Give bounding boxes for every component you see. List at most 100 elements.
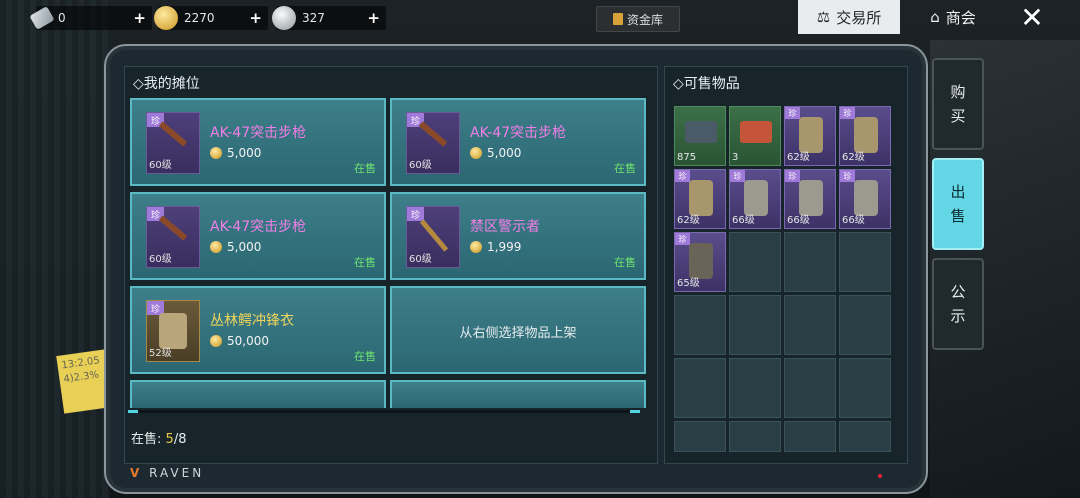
empty-inventory-cell[interactable]: [784, 295, 836, 355]
silver-coin-icon: [272, 6, 296, 30]
item-price-value: 50,000: [227, 334, 269, 348]
medkit-icon: [740, 121, 772, 143]
empty-inventory-cell[interactable]: [674, 295, 726, 355]
item-name: AK-47突击步枪: [210, 219, 307, 235]
currency-gold-value: 2270: [184, 11, 215, 25]
empty-inventory-cell[interactable]: [729, 232, 781, 292]
empty-inventory-cell[interactable]: [839, 421, 891, 452]
empty-stall-slot[interactable]: [130, 380, 386, 408]
stall-scrollbar[interactable]: [128, 410, 640, 413]
currency-silver-value: 327: [302, 11, 325, 25]
top-bar: 0 + 2270 + 327 + 资金库 ⚖ 交易所 ⌂ 商会 ✕: [0, 0, 1080, 36]
inventory-item[interactable]: 珍 62级: [839, 106, 891, 166]
empty-inventory-cell[interactable]: [674, 358, 726, 418]
rifle-icon: [419, 219, 449, 252]
item-name: AK-47突击步枪: [210, 125, 307, 141]
inventory-item[interactable]: 珍 62级: [784, 106, 836, 166]
raven-v-icon: V: [130, 466, 143, 480]
stall-slot[interactable]: 珍 60级 禁区警示者 1,999 在售: [390, 192, 646, 280]
home-icon: ⌂: [930, 8, 940, 26]
gold-coin-icon: [210, 147, 222, 159]
ticket-icon: [29, 6, 55, 30]
stall-slot[interactable]: 珍 60级 AK-47突击步枪 5,000 在售: [390, 98, 646, 186]
empty-inventory-cell[interactable]: [729, 421, 781, 452]
item-status: 在售: [354, 162, 376, 175]
stall-slot[interactable]: 珍 52级 丛林鳄冲锋衣 50,000 在售: [130, 286, 386, 374]
empty-slot-hint: 从右侧选择物品上架: [459, 326, 577, 341]
item-thumbnail: 珍 52级: [146, 300, 200, 362]
tab-sell[interactable]: 出 售: [932, 158, 984, 250]
inventory-item[interactable]: 珍 66级: [729, 169, 781, 229]
add-silver-button[interactable]: +: [367, 9, 380, 27]
tab-exchange-label: 交易所: [836, 8, 882, 27]
add-ticket-button[interactable]: +: [133, 9, 146, 27]
empty-inventory-cell[interactable]: [729, 358, 781, 418]
item-level: 60级: [149, 160, 172, 171]
item-status: 在售: [614, 162, 636, 175]
item-name: AK-47突击步枪: [470, 125, 567, 141]
onsale-label: 在售:: [131, 432, 162, 447]
tab-sell-label: 出 售: [950, 183, 966, 225]
add-gold-button[interactable]: +: [249, 9, 262, 27]
item-count: 66级: [732, 215, 755, 226]
inventory-item[interactable]: 珍 66级: [784, 169, 836, 229]
empty-inventory-cell[interactable]: [784, 358, 836, 418]
stall-slot[interactable]: 珍 60级 AK-47突击步枪 5,000 在售: [130, 192, 386, 280]
empty-inventory-cell[interactable]: [674, 421, 726, 452]
inventory-item[interactable]: 875: [674, 106, 726, 166]
currency-ticket: 0 +: [29, 6, 152, 30]
item-thumbnail: 珍 60级: [146, 112, 200, 174]
status-light-icon: [878, 474, 882, 478]
onsale-counter: 在售: 5/8: [131, 428, 186, 447]
item-level: 60级: [409, 160, 432, 171]
item-count: 62级: [677, 215, 700, 226]
empty-stall-slot[interactable]: [390, 380, 646, 408]
item-thumbnail: 珍 60级: [406, 206, 460, 268]
inventory-item[interactable]: 3: [729, 106, 781, 166]
currency-silver: 327 +: [272, 6, 386, 30]
tab-buy[interactable]: 购 买: [932, 58, 984, 150]
tab-shop[interactable]: ⌂ 商会: [912, 0, 994, 34]
rare-badge: 珍: [785, 107, 800, 119]
item-price-value: 5,000: [227, 240, 262, 254]
onsale-count: 5: [165, 432, 174, 447]
ammo-box-icon: [685, 121, 717, 143]
tab-exchange[interactable]: ⚖ 交易所: [798, 0, 900, 34]
close-icon: ✕: [1020, 0, 1044, 34]
inventory-item[interactable]: 珍 66级: [839, 169, 891, 229]
item-count: 875: [677, 152, 697, 163]
empty-inventory-cell[interactable]: [729, 295, 781, 355]
currency-ticket-value: 0: [58, 11, 66, 25]
inventory-item[interactable]: 珍 65级: [674, 232, 726, 292]
close-button[interactable]: ✕: [1010, 0, 1054, 34]
tab-publicity[interactable]: 公 示: [932, 258, 984, 350]
empty-stall-slot[interactable]: 从右侧选择物品上架: [390, 286, 646, 374]
empty-inventory-cell[interactable]: [839, 295, 891, 355]
item-status: 在售: [614, 256, 636, 269]
vault-button[interactable]: 资金库: [596, 6, 680, 32]
rare-badge: 珍: [675, 233, 690, 245]
inventory-item[interactable]: 珍 62级: [674, 169, 726, 229]
empty-inventory-cell[interactable]: [839, 358, 891, 418]
gold-coin-icon: [154, 6, 178, 30]
item-count: 66级: [842, 215, 865, 226]
scrollbar-end: [630, 410, 640, 413]
item-price-value: 1,999: [487, 240, 522, 254]
currency-gold: 2270 +: [154, 6, 268, 30]
item-count: 66级: [787, 215, 810, 226]
item-level: 52级: [149, 348, 172, 359]
item-price: 5,000: [210, 146, 261, 160]
empty-inventory-cell[interactable]: [839, 232, 891, 292]
item-price-value: 5,000: [227, 146, 262, 160]
vault-icon: [612, 13, 623, 25]
rare-badge: 珍: [730, 170, 745, 182]
empty-inventory-cell[interactable]: [784, 421, 836, 452]
item-status: 在售: [354, 350, 376, 363]
empty-inventory-cell[interactable]: [784, 232, 836, 292]
item-status: 在售: [354, 256, 376, 269]
scrollbar-start: [128, 410, 138, 413]
item-name: 禁区警示者: [470, 219, 540, 235]
stall-slot[interactable]: 珍 60级 AK-47突击步枪 5,000 在售: [130, 98, 386, 186]
rare-badge: 珍: [840, 107, 855, 119]
gold-coin-icon: [210, 241, 222, 253]
